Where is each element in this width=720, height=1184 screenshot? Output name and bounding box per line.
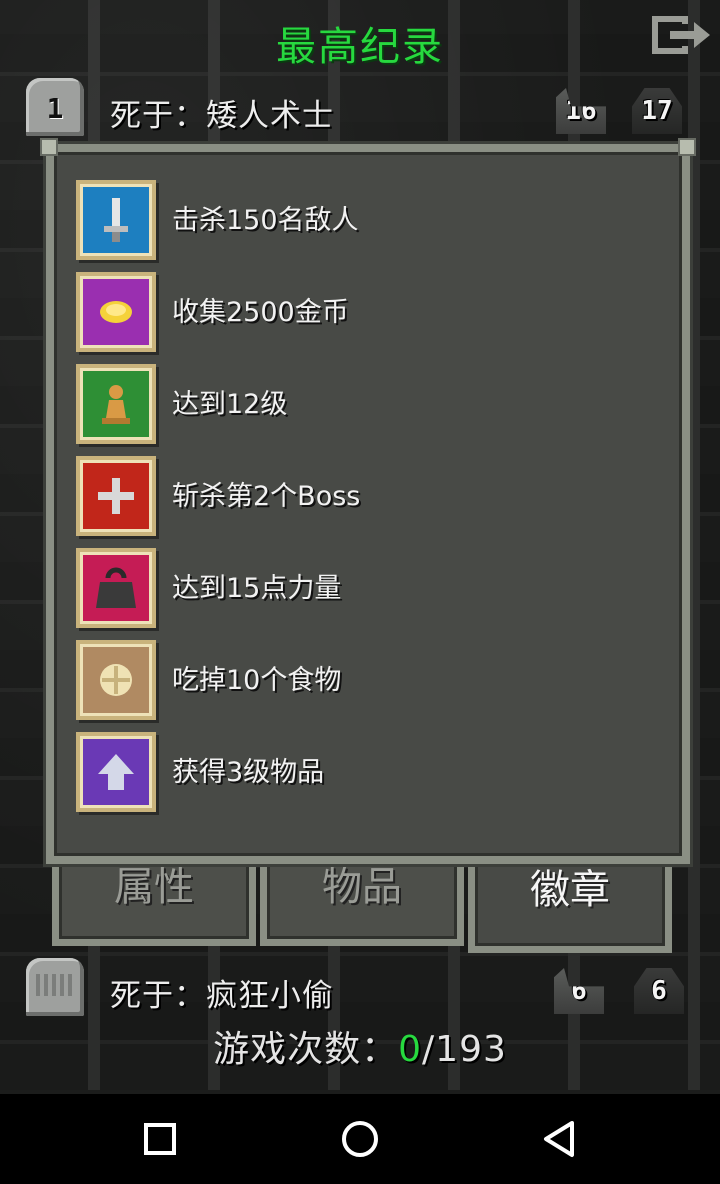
home-icon[interactable] xyxy=(320,1114,400,1164)
record-row-top[interactable]: 1 死于：矮人术士 16 17 xyxy=(0,78,720,148)
gold-icon xyxy=(76,272,156,352)
cross-icon xyxy=(76,456,156,536)
system-nav-bar xyxy=(0,1094,720,1184)
tombstone-icon xyxy=(26,958,84,1016)
record-level: 16 xyxy=(556,88,606,134)
arrow-up-icon xyxy=(76,732,156,812)
badge-label: 吃掉10个食物 xyxy=(172,665,342,696)
badge-item[interactable]: 击杀150名敌人 xyxy=(76,180,636,260)
back-icon[interactable] xyxy=(520,1114,600,1164)
record-level: 6 xyxy=(554,968,604,1014)
record-row-bottom[interactable]: 死于：疯狂小偷 6 6 xyxy=(0,958,720,1028)
badge-item[interactable]: 收集2500金币 xyxy=(76,272,636,352)
page-title: 最高纪录 xyxy=(276,24,444,70)
badge-item[interactable]: 获得3级物品 xyxy=(76,732,636,812)
record-depth: 6 xyxy=(634,968,684,1014)
recent-apps-icon[interactable] xyxy=(120,1114,200,1164)
exit-icon[interactable] xyxy=(648,12,714,58)
badge-label: 达到15点力量 xyxy=(172,573,342,604)
record-rank: 1 xyxy=(46,92,64,125)
badge-label: 达到12级 xyxy=(172,389,288,420)
tab-stats-label: 属性 xyxy=(114,864,194,910)
games-won: 0 xyxy=(398,1029,423,1070)
sword-icon xyxy=(76,180,156,260)
badge-label: 击杀150名敌人 xyxy=(172,205,359,236)
food-icon xyxy=(76,640,156,720)
games-total: /193 xyxy=(422,1029,507,1070)
tombstone-icon: 1 xyxy=(26,78,84,136)
badges-panel: 击杀150名敌人 收集2500金币 达到12级 斩杀第2个Boss 达到15点力… xyxy=(40,138,696,864)
record-death-text: 死于：矮人术士 xyxy=(110,98,334,134)
tab-badges-label: 徽章 xyxy=(530,867,610,913)
badge-item[interactable]: 吃掉10个食物 xyxy=(76,640,636,720)
games-played: 游戏次数：0/193 xyxy=(0,1020,720,1072)
badge-item[interactable]: 斩杀第2个Boss xyxy=(76,456,636,536)
record-depth: 17 xyxy=(632,88,682,134)
tab-items-label: 物品 xyxy=(322,864,402,910)
badge-label: 收集2500金币 xyxy=(172,297,349,328)
badge-item[interactable]: 达到15点力量 xyxy=(76,548,636,628)
pawn-icon xyxy=(76,364,156,444)
badge-label: 斩杀第2个Boss xyxy=(172,481,361,512)
record-death-text: 死于：疯狂小偷 xyxy=(110,978,334,1014)
badge-item[interactable]: 达到12级 xyxy=(76,364,636,444)
weight-icon xyxy=(76,548,156,628)
games-played-label: 游戏次数： xyxy=(213,1029,399,1070)
badge-label: 获得3级物品 xyxy=(172,757,325,788)
